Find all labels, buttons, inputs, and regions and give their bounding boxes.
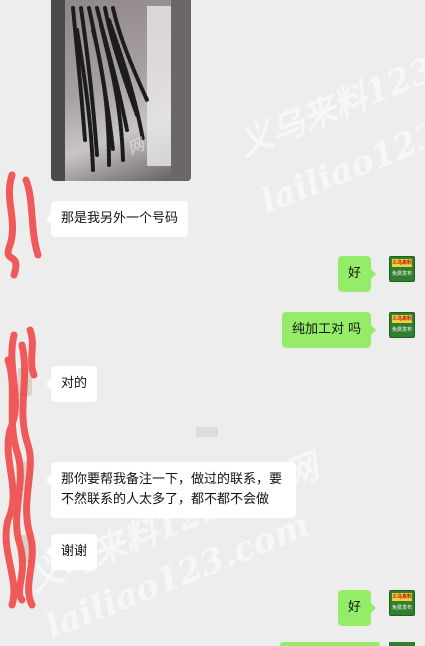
self-avatar[interactable]: 义乌来料加工 免费发布 xyxy=(389,312,415,338)
self-avatar[interactable]: 义乌来料加工 免费发布 xyxy=(389,256,415,282)
beaded-tassel-photo: 网 xyxy=(51,0,191,181)
message-bubble-incoming[interactable]: 对的 xyxy=(45,366,98,402)
watermark-en-bottom: lailiao123.com xyxy=(40,504,316,646)
contact-avatar[interactable] xyxy=(18,368,32,396)
avatar-sub-text: 免费发布 xyxy=(391,327,412,333)
message-bubble-outgoing[interactable]: 纯加工对 吗 xyxy=(282,312,377,348)
avatar-sub-text: 免费发布 xyxy=(391,271,412,277)
self-avatar[interactable]: 义乌来料加工 免费发布 xyxy=(389,590,415,616)
message-bubble-outgoing[interactable]: 好 xyxy=(338,590,377,626)
avatar-sub-text: 免费发布 xyxy=(391,605,412,611)
redaction-blot xyxy=(196,427,218,437)
next-avatar-peek xyxy=(389,642,415,646)
next-message-peek xyxy=(280,642,380,646)
watermark-en-top: lailiao123.com xyxy=(255,79,425,223)
contact-avatar[interactable] xyxy=(18,535,32,563)
message-bubble-incoming[interactable]: 那是我另外一个号码 xyxy=(45,201,189,237)
image-message[interactable]: 网 xyxy=(51,0,191,181)
contact-avatar[interactable] xyxy=(18,462,32,490)
message-bubble-outgoing[interactable]: 好 xyxy=(338,256,377,292)
watermark-cn-top: 义乌来料123加工网 xyxy=(232,11,425,165)
avatar-brand-text: 义乌来料加工 xyxy=(392,315,412,323)
message-bubble-incoming[interactable]: 那你要帮我备注一下，做过的联系，要不然联系的人太多了，都不都不会做 xyxy=(46,462,296,518)
chat-area[interactable]: 义乌来料123加工网 lailiao123.com 义乌来料123加工网 lai… xyxy=(0,0,425,646)
message-bubble-incoming[interactable]: 谢谢 xyxy=(45,534,98,570)
avatar-brand-text: 义乌来料加工 xyxy=(392,259,412,267)
svg-text:网: 网 xyxy=(125,134,149,159)
avatar-brand-text: 义乌来料加工 xyxy=(392,593,412,601)
